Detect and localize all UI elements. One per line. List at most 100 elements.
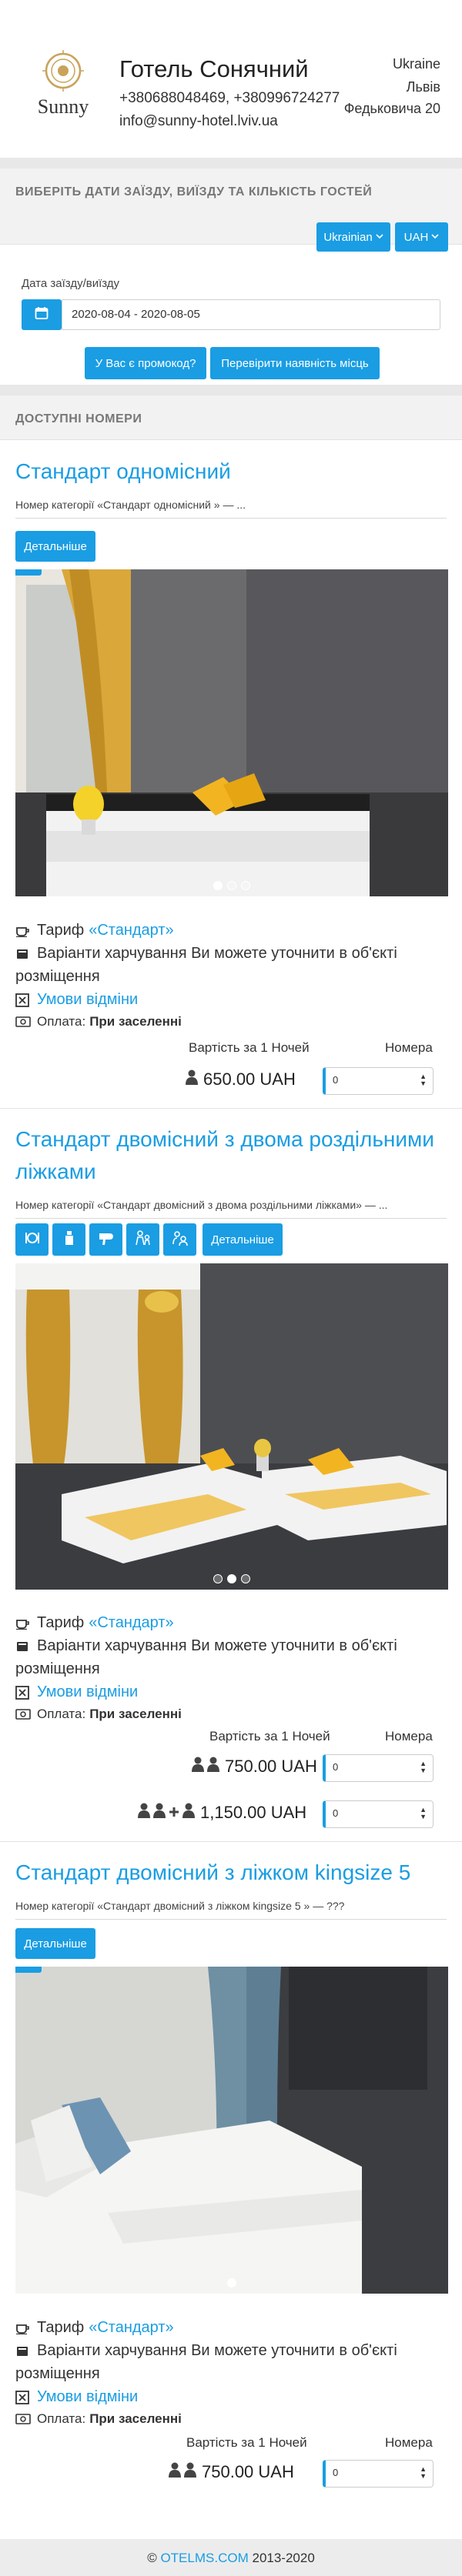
cutlery-icon bbox=[15, 2345, 32, 2357]
price-row: 750.00 UAH bbox=[191, 1757, 317, 1777]
divider bbox=[15, 1218, 447, 1219]
details-button[interactable]: Детальніше bbox=[15, 1928, 95, 1959]
calendar-button[interactable] bbox=[22, 299, 62, 330]
room-title[interactable]: Стандарт двомісний з ліжком kingsize 5 bbox=[15, 1857, 410, 1889]
tariff-link[interactable]: «Стандарт» bbox=[89, 1614, 173, 1632]
tariff-row: Тариф «Стандарт» bbox=[15, 1614, 174, 1632]
kids-icon bbox=[135, 1230, 152, 1250]
carousel-dot[interactable] bbox=[213, 881, 223, 890]
room-photo[interactable] bbox=[15, 1967, 448, 2294]
room-count-value: 0 bbox=[333, 1074, 339, 1086]
meal-text-cont: розміщення bbox=[15, 2365, 100, 2382]
details-button[interactable]: Детальніше bbox=[15, 531, 95, 562]
check-availability-button[interactable]: Перевірити наявність місць bbox=[210, 347, 380, 379]
price-row: 650.00 UAH bbox=[185, 1069, 296, 1089]
hotel-street: Федьковича 20 bbox=[343, 101, 440, 116]
available-rooms-title-text: ДОСТУПНІ НОМЕРИ bbox=[15, 412, 142, 425]
price-value: 750.00 UAH bbox=[202, 2462, 294, 2481]
room-count-select[interactable]: 0 ▲ ▼ bbox=[323, 1754, 434, 1782]
room-card: Стандарт одномісний Номер категорії «Ста… bbox=[0, 440, 462, 1040]
hotel-email[interactable]: info@sunny-hotel.lviv.ua bbox=[119, 113, 278, 130]
tariff-label: Тариф bbox=[37, 1614, 85, 1631]
tariff-link[interactable]: «Стандарт» bbox=[89, 922, 173, 939]
select-arrows-icon: ▲ ▼ bbox=[420, 1806, 427, 1820]
guest-icon bbox=[137, 1803, 151, 1823]
room-count-select[interactable]: 0 ▲ ▼ bbox=[323, 1067, 434, 1095]
chevron-down-icon bbox=[376, 232, 383, 242]
hotel-phones[interactable]: +380688048469, +380996724277 bbox=[119, 90, 340, 107]
close-box-icon bbox=[15, 993, 32, 1007]
promo-code-button[interactable]: У Вас є промокод? bbox=[85, 347, 206, 379]
room-description: Номер категорії «Стандарт одномісний » —… bbox=[15, 499, 246, 511]
carousel-dot[interactable] bbox=[241, 1574, 250, 1583]
rooms-caption: Номера bbox=[385, 1040, 433, 1055]
room-description: Номер категорії «Стандарт двомісний з лі… bbox=[15, 1900, 345, 1912]
room-title[interactable]: Стандарт одномісний bbox=[15, 455, 231, 488]
hotel-header: Sunny Готель Сонячний +380688048469, +38… bbox=[0, 0, 462, 158]
meal-row: Варіанти харчування Ви можете уточнити в… bbox=[15, 2342, 397, 2360]
price-value: 750.00 UAH bbox=[225, 1757, 317, 1776]
otelms-link[interactable]: OTELMS.COM bbox=[160, 2551, 248, 2565]
meal-row: Варіанти харчування Ви можете уточнити в… bbox=[15, 945, 397, 963]
carousel-dot[interactable] bbox=[227, 1574, 236, 1583]
cancel-conditions-link[interactable]: Умови відміни bbox=[37, 2388, 138, 2406]
guest-icon bbox=[152, 1803, 166, 1823]
carousel-dot[interactable] bbox=[227, 2278, 236, 2287]
tariff-row: Тариф «Стандарт» bbox=[15, 2319, 174, 2337]
hotel-logo-text: Sunny bbox=[37, 95, 89, 118]
payment-label: Оплата: bbox=[37, 1014, 86, 1029]
tariff-row: Тариф «Стандарт» bbox=[15, 922, 174, 939]
divider bbox=[15, 1919, 447, 1920]
carousel-dots bbox=[15, 1574, 448, 1583]
bar-amenity-button[interactable] bbox=[52, 1223, 85, 1256]
room-count-select[interactable]: 0 ▲ ▼ bbox=[323, 2460, 434, 2488]
guest-icon bbox=[206, 1757, 220, 1777]
cancel-conditions-link[interactable]: Умови відміни bbox=[37, 991, 138, 1009]
cancel-conditions-link[interactable]: Умови відміни bbox=[37, 1683, 138, 1701]
currency-dropdown[interactable]: UAH bbox=[395, 222, 448, 252]
booking-section-title: ВИБЕРІТЬ ДАТИ ЗАЇЗДУ, ВИЇЗДУ ТА КІЛЬКІСТ… bbox=[0, 169, 462, 245]
dates-input[interactable]: 2020-08-04 - 2020-08-05 bbox=[62, 299, 440, 330]
details-button[interactable]: Детальніше bbox=[203, 1223, 283, 1256]
language-dropdown[interactable]: Ukrainian bbox=[316, 222, 390, 252]
carousel-dots bbox=[15, 881, 448, 890]
select-arrows-icon: ▲ ▼ bbox=[420, 1760, 427, 1774]
copyright-years: 2013-2020 bbox=[252, 2551, 315, 2565]
payment-value: При заселенні bbox=[89, 2411, 182, 2426]
payment-row: Оплата: При заселенні bbox=[15, 2411, 182, 2427]
meal-text: Варіанти харчування Ви можете уточнити в… bbox=[37, 945, 397, 962]
room-title-cont[interactable]: ліжками bbox=[15, 1156, 96, 1188]
close-box-icon bbox=[15, 1685, 32, 1700]
select-arrows-icon: ▲ ▼ bbox=[420, 2465, 427, 2480]
payment-row: Оплата: При заселенні bbox=[15, 1707, 182, 1722]
money-icon bbox=[15, 1709, 32, 1720]
restaurant-amenity-button[interactable] bbox=[15, 1223, 49, 1256]
plus-icon bbox=[168, 1803, 180, 1823]
meal-text-cont: розміщення bbox=[15, 968, 100, 985]
couple-amenity-button[interactable] bbox=[163, 1223, 196, 1256]
room-count-select[interactable]: 0 ▲ ▼ bbox=[323, 1800, 434, 1828]
carousel-dot[interactable] bbox=[227, 881, 236, 890]
room-title[interactable]: Стандарт двомісний з двома роздільними bbox=[15, 1123, 434, 1156]
cup-icon bbox=[15, 925, 32, 937]
room-photo[interactable] bbox=[15, 1263, 448, 1590]
kids-amenity-button[interactable] bbox=[126, 1223, 159, 1256]
tariff-label: Тариф bbox=[37, 2319, 85, 2336]
room-count-value: 0 bbox=[333, 1807, 339, 1819]
tariff-link[interactable]: «Стандарт» bbox=[89, 2319, 173, 2337]
cancel-row: Умови відміни bbox=[15, 991, 138, 1009]
carousel-dot[interactable] bbox=[213, 1574, 223, 1583]
calendar-icon bbox=[35, 306, 49, 324]
room-card: Стандарт двомісний з двома роздільними л… bbox=[0, 1108, 462, 1731]
guest-icon bbox=[182, 1803, 196, 1823]
carousel-dot[interactable] bbox=[241, 881, 250, 890]
rooms-caption: Номера bbox=[385, 1729, 433, 1743]
dates-label: Дата заїзду/виїзду bbox=[22, 277, 120, 290]
footer: © OTELMS.COM 2013-2020 bbox=[0, 2539, 462, 2576]
bar-icon bbox=[63, 1230, 75, 1250]
room-card: Стандарт двомісний з ліжком kingsize 5 Н… bbox=[0, 1841, 462, 2441]
hotel-logo: Sunny bbox=[29, 48, 97, 125]
room-photo[interactable] bbox=[15, 569, 448, 896]
hairdryer-amenity-button[interactable] bbox=[89, 1223, 122, 1256]
cancel-row: Умови відміни bbox=[15, 2388, 138, 2406]
